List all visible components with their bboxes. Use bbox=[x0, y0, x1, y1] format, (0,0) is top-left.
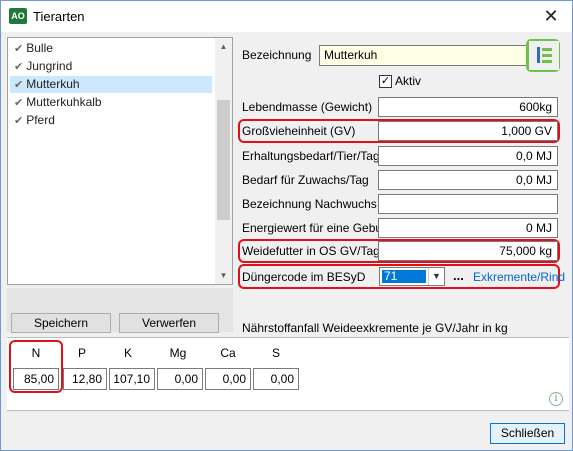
list-scrollbar[interactable]: ▲ ▼ bbox=[215, 38, 232, 284]
nutrient-value-p[interactable]: 12,80 bbox=[63, 368, 107, 390]
duengercode-select[interactable]: 71 ▼ bbox=[379, 267, 445, 286]
check-icon: ✔ bbox=[14, 97, 24, 109]
app-icon: AO bbox=[9, 8, 27, 24]
scroll-up-icon[interactable]: ▲ bbox=[215, 38, 232, 55]
list-button-bar: Speichern Verwerfen bbox=[7, 288, 233, 333]
save-button[interactable]: Speichern bbox=[11, 313, 111, 333]
check-icon: ✔ bbox=[14, 43, 24, 55]
list-item-label: Bulle bbox=[26, 41, 53, 55]
nutrient-header-mg: Mg bbox=[169, 346, 187, 360]
aktiv-checkbox[interactable]: ✓ bbox=[379, 75, 392, 88]
list-item[interactable]: ✔ Bulle bbox=[10, 40, 212, 57]
nutrients-panel: N P K Mg Ca S 85,00 12,80 107,10 0,00 0,… bbox=[7, 337, 569, 411]
picker-button[interactable] bbox=[529, 41, 559, 70]
list-item-label: Mutterkuhkalb bbox=[26, 95, 102, 109]
list-item[interactable]: ✔ Mutterkuhkalb bbox=[10, 94, 212, 111]
ellipsis-button[interactable]: ... bbox=[453, 267, 464, 285]
list-item-label: Pferd bbox=[26, 113, 55, 127]
list-item[interactable]: ✔ Jungrind bbox=[10, 58, 212, 75]
nutrient-header-k: K bbox=[123, 346, 132, 360]
dialog-window: AO Tierarten ✕ ✔ Bulle ✔ Jungrind ✔ Mutterk… bbox=[0, 0, 573, 451]
list-item[interactable]: ✔ Pferd bbox=[10, 112, 212, 129]
zuwachs-label: Bedarf für Zuwachs/Tag bbox=[242, 173, 369, 187]
chevron-down-icon[interactable]: ▼ bbox=[428, 268, 444, 285]
check-icon: ✔ bbox=[14, 115, 24, 127]
duengercode-value: 71 bbox=[382, 270, 426, 283]
duengercode-label: Düngercode im BESyD bbox=[242, 270, 366, 284]
nutrient-header-p: P bbox=[77, 346, 86, 360]
geburt-label: Energiewert für eine Geburt bbox=[242, 221, 390, 235]
nachwuchs-field[interactable] bbox=[378, 194, 558, 214]
weidefutter-label: Weidefutter in OS GV/Tag bbox=[242, 244, 380, 258]
nutrients-section-label: Nährstoffanfall Weideexkremente je GV/Ja… bbox=[242, 321, 508, 335]
window-title: Tierarten bbox=[33, 9, 85, 24]
list-picker-icon bbox=[537, 47, 552, 63]
bezeichnung-label: Bezeichnung bbox=[242, 48, 312, 62]
close-button[interactable]: Schließen bbox=[490, 423, 565, 444]
weidefutter-field[interactable]: 75,000 kg bbox=[378, 241, 558, 261]
list-item-label: Jungrind bbox=[26, 59, 73, 73]
discard-button[interactable]: Verwerfen bbox=[119, 313, 219, 333]
close-icon[interactable]: ✕ bbox=[540, 5, 562, 27]
erhaltungsbedarf-field[interactable]: 0,0 MJ bbox=[378, 146, 558, 166]
highlight-nitrogen bbox=[9, 340, 63, 393]
gv-label: Großvieheinheit (GV) bbox=[242, 124, 356, 138]
zuwachs-field[interactable]: 0,0 MJ bbox=[378, 170, 558, 190]
exkremente-link[interactable]: Exkremente/Rind bbox=[473, 268, 565, 286]
erhaltungsbedarf-label: Erhaltungsbedarf/Tier/Tag bbox=[242, 149, 380, 163]
nutrient-value-s[interactable]: 0,00 bbox=[253, 368, 299, 390]
gv-field[interactable]: 1,000 GV bbox=[378, 121, 558, 141]
lebendmasse-field[interactable]: 600kg bbox=[378, 97, 558, 117]
scroll-down-icon[interactable]: ▼ bbox=[215, 267, 232, 284]
scroll-thumb[interactable] bbox=[217, 100, 230, 220]
list-item-selected[interactable]: ✔ Mutterkuh bbox=[10, 76, 212, 93]
list-item-label: Mutterkuh bbox=[26, 77, 80, 91]
geburt-field[interactable]: 0 MJ bbox=[378, 218, 558, 238]
nutrient-value-ca[interactable]: 0,00 bbox=[205, 368, 251, 390]
check-icon: ✔ bbox=[14, 79, 24, 91]
title-bar: AO Tierarten ✕ bbox=[1, 1, 572, 32]
info-icon[interactable]: i bbox=[549, 392, 563, 406]
bezeichnung-input[interactable]: Mutterkuh bbox=[319, 45, 528, 66]
nutrient-header-ca: Ca bbox=[220, 346, 236, 360]
nachwuchs-label: Bezeichnung Nachwuchs bbox=[242, 197, 377, 211]
nutrient-value-mg[interactable]: 0,00 bbox=[157, 368, 203, 390]
check-icon: ✔ bbox=[14, 61, 24, 73]
animal-type-list[interactable]: ✔ Bulle ✔ Jungrind ✔ Mutterkuh ✔ Mutterkuhka… bbox=[7, 37, 233, 285]
aktiv-label: Aktiv bbox=[395, 74, 422, 88]
nutrient-value-k[interactable]: 107,10 bbox=[109, 368, 155, 390]
lebendmasse-label: Lebendmasse (Gewicht) bbox=[242, 100, 373, 114]
nutrient-header-s: S bbox=[271, 346, 280, 360]
